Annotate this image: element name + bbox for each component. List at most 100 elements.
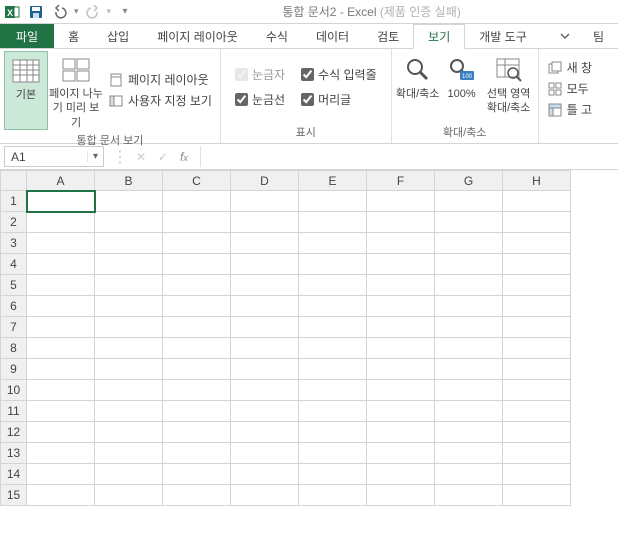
tab-home[interactable]: 홈 [54,24,93,48]
row-header[interactable]: 15 [1,485,27,506]
cell[interactable] [27,275,95,296]
cell[interactable] [367,401,435,422]
cell[interactable] [163,380,231,401]
name-box-value[interactable]: A1 [5,150,87,164]
cell[interactable] [27,380,95,401]
name-box[interactable]: A1 ▾ [4,146,104,167]
cell[interactable] [503,254,571,275]
cell[interactable] [299,212,367,233]
cell[interactable] [435,485,503,506]
gridlines-checkbox[interactable]: 눈금선 [231,90,289,109]
cell[interactable] [163,317,231,338]
cell[interactable] [231,233,299,254]
cell[interactable] [299,296,367,317]
cell[interactable] [367,338,435,359]
cell[interactable] [27,464,95,485]
cell[interactable] [231,317,299,338]
custom-views-button[interactable]: 사용자 지정 보기 [108,92,212,109]
cell[interactable] [95,443,163,464]
column-header[interactable]: D [231,171,299,191]
cell[interactable] [163,443,231,464]
cell[interactable] [231,464,299,485]
row-header[interactable]: 3 [1,233,27,254]
cell[interactable] [163,212,231,233]
cell[interactable] [367,191,435,212]
cell[interactable] [299,317,367,338]
row-header[interactable]: 4 [1,254,27,275]
cell[interactable] [367,317,435,338]
row-header[interactable]: 12 [1,422,27,443]
cell[interactable] [435,401,503,422]
cell[interactable] [299,443,367,464]
cell[interactable] [503,443,571,464]
cell[interactable] [231,338,299,359]
cell[interactable] [95,401,163,422]
cell[interactable] [95,296,163,317]
row-header[interactable]: 7 [1,317,27,338]
cell[interactable] [231,254,299,275]
tab-view[interactable]: 보기 [413,24,465,49]
cell[interactable] [163,422,231,443]
cell[interactable] [95,275,163,296]
row-header[interactable]: 8 [1,338,27,359]
cell[interactable] [95,359,163,380]
insert-function-icon[interactable]: fx [176,150,192,164]
cell[interactable] [27,338,95,359]
cell[interactable] [367,485,435,506]
column-header[interactable]: C [163,171,231,191]
cell[interactable] [367,233,435,254]
cell[interactable] [435,212,503,233]
tab-formulas[interactable]: 수식 [252,24,302,48]
tab-developer[interactable]: 개발 도구 [465,24,541,48]
cell[interactable] [503,401,571,422]
zoom-100-button[interactable]: 100 100% [440,51,484,122]
freeze-panes-button[interactable]: 틀 고 [547,101,592,118]
cell[interactable] [435,338,503,359]
cell[interactable] [231,296,299,317]
cell[interactable] [299,191,367,212]
tab-page-layout[interactable]: 페이지 레이아웃 [143,24,252,48]
cell[interactable] [299,401,367,422]
cell[interactable] [27,296,95,317]
row-header[interactable]: 6 [1,296,27,317]
cell[interactable] [163,338,231,359]
formula-bar-checkbox-input[interactable] [301,68,314,81]
cell[interactable] [163,485,231,506]
row-header[interactable]: 14 [1,464,27,485]
cell[interactable] [231,359,299,380]
cell[interactable] [299,233,367,254]
cell[interactable] [231,485,299,506]
cell[interactable] [503,485,571,506]
cell[interactable] [367,359,435,380]
cell[interactable] [163,464,231,485]
cell[interactable] [435,380,503,401]
cell[interactable] [299,359,367,380]
cell[interactable] [163,191,231,212]
tab-data[interactable]: 데이터 [302,24,363,48]
column-header[interactable]: B [95,171,163,191]
cell[interactable] [299,254,367,275]
cell[interactable] [95,485,163,506]
column-header[interactable]: E [299,171,367,191]
row-header[interactable]: 5 [1,275,27,296]
cell[interactable] [367,464,435,485]
ruler-checkbox-input[interactable] [235,68,248,81]
spreadsheet-grid[interactable]: ABCDEFGH123456789101112131415 [0,170,618,506]
cell[interactable] [299,380,367,401]
cell[interactable] [95,212,163,233]
cell[interactable] [95,317,163,338]
name-box-dropdown-icon[interactable]: ▾ [87,151,103,162]
page-layout-button[interactable]: 페이지 레이아웃 [108,71,212,88]
cell[interactable] [163,296,231,317]
cell[interactable] [503,275,571,296]
cell[interactable] [27,212,95,233]
cell[interactable] [299,422,367,443]
column-header[interactable]: A [27,171,95,191]
cell[interactable] [435,317,503,338]
cell[interactable] [95,422,163,443]
cell[interactable] [95,338,163,359]
normal-view-button[interactable]: 기본 [4,51,48,130]
cell[interactable] [503,212,571,233]
row-header[interactable]: 10 [1,380,27,401]
cell[interactable] [95,233,163,254]
